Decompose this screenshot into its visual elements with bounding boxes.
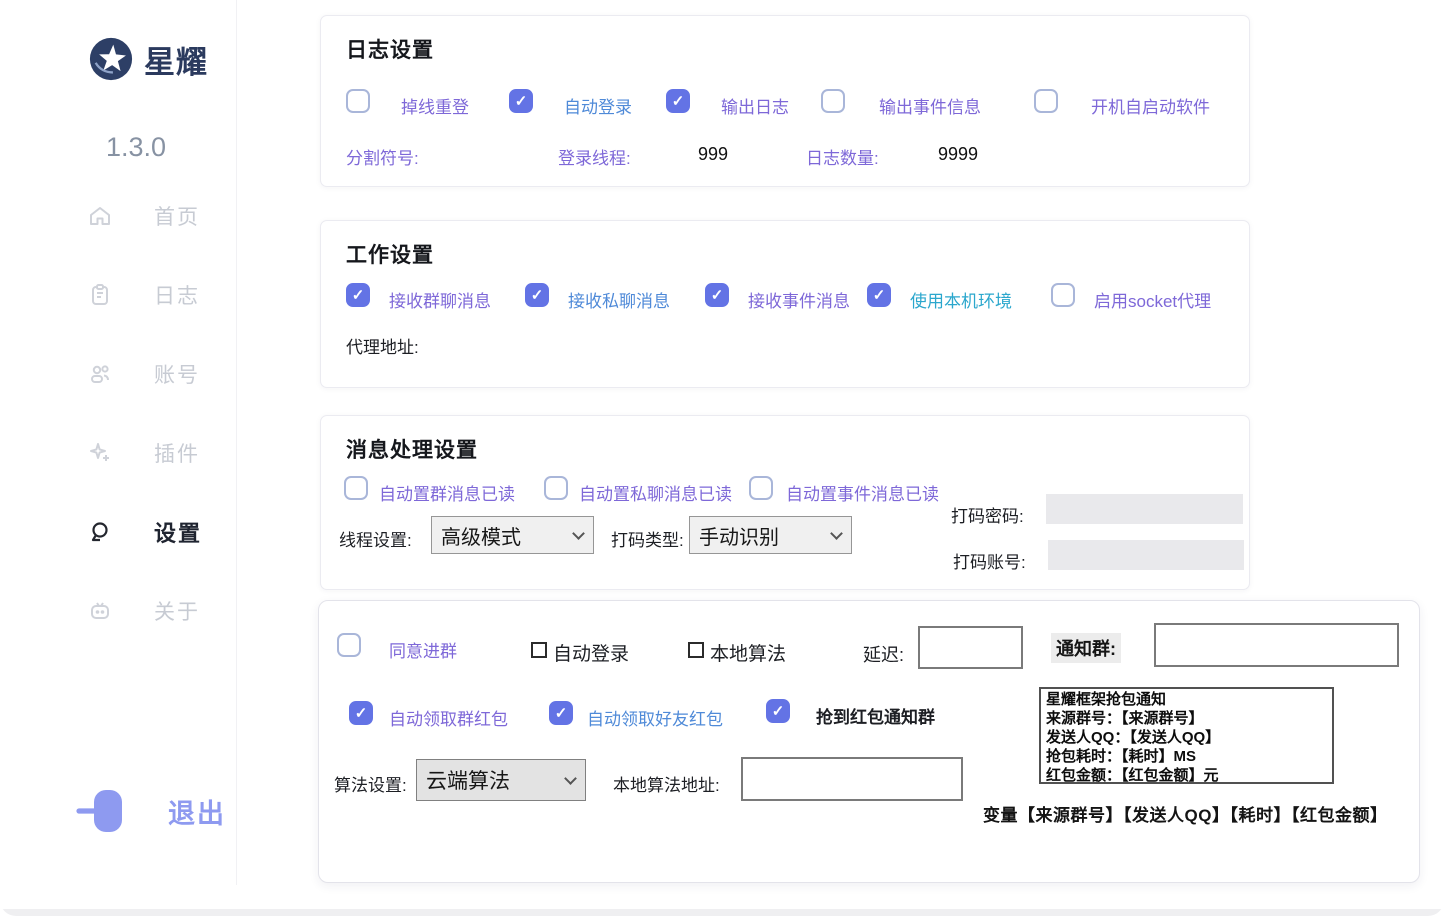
card-title: 消息处理设置 [346, 434, 478, 464]
login-thread-label: 登录线程: [558, 144, 631, 169]
checkbox-auto-login-native[interactable] [531, 642, 547, 658]
checkbox-use-local-env[interactable] [867, 283, 891, 307]
notify-group-label: 通知群: [1051, 633, 1121, 663]
checkbox-recv-event-msg[interactable] [705, 283, 729, 307]
captcha-type-select[interactable]: 手动识别 [689, 516, 852, 554]
sidebar-item-settings[interactable]: 设置 [88, 515, 202, 548]
users-icon [88, 362, 112, 386]
clipboard-icon [88, 283, 112, 307]
checkbox-auto-start[interactable] [1034, 89, 1058, 113]
sidebar-item-accounts[interactable]: 账号 [88, 357, 202, 390]
sparkles-icon [88, 441, 112, 465]
thread-mode-label: 线程设置: [339, 526, 412, 551]
checkbox-dropline-relogin[interactable] [346, 89, 370, 113]
sidebar-nav: 首页 日志 账号 插件 设置 关于 [88, 199, 202, 627]
sidebar-item-plugins[interactable]: 插件 [88, 436, 202, 469]
local-algorithm-address-input[interactable] [741, 757, 963, 801]
sidebar-item-logs[interactable]: 日志 [88, 278, 202, 311]
window-bottom-edge [0, 909, 1444, 916]
main-content: 日志设置 掉线重登 自动登录 输出日志 输出事件信息 开机自启动软件 分割符号:… [320, 0, 1444, 916]
captcha-account-input[interactable] [1048, 540, 1244, 570]
checkbox-auto-read-group[interactable] [344, 476, 368, 500]
checkbox-output-log[interactable] [666, 89, 690, 113]
log-count-label: 日志数量: [806, 144, 879, 169]
message-settings-card: 消息处理设置 自动置群消息已读 自动置私聊消息已读 自动置事件消息已读 线程设置… [320, 415, 1250, 590]
checkbox-local-algorithm[interactable] [688, 642, 704, 658]
sidebar: 星耀 1.3.0 首页 日志 账号 插件 设置 [0, 0, 237, 885]
checkbox-grab-notify-group[interactable] [766, 699, 790, 723]
sidebar-item-about[interactable]: 关于 [88, 594, 202, 627]
delay-label: 延迟: [863, 641, 904, 667]
checkbox-auto-read-private[interactable] [544, 476, 568, 500]
variables-hint: 变量【来源群号】【发送人QQ】【耗时】【红包金额】 [983, 801, 1387, 826]
app-window: 星耀 1.3.0 首页 日志 账号 插件 设置 [0, 0, 1444, 916]
chevron-down-icon [564, 772, 577, 785]
captcha-password-label: 打码密码: [951, 502, 1024, 527]
checkbox-agree-join-group[interactable] [337, 633, 361, 657]
proxy-address-label: 代理地址: [346, 333, 419, 358]
thread-mode-select[interactable]: 高级模式 [431, 516, 594, 554]
logout-icon [76, 785, 128, 837]
login-thread-value[interactable]: 999 [698, 144, 728, 165]
checkbox-enable-socket-proxy[interactable] [1051, 283, 1075, 307]
app-title: 星耀 [144, 37, 208, 82]
split-symbol-label: 分割符号: [346, 144, 419, 169]
logo-star-icon [88, 36, 134, 82]
home-icon [88, 204, 112, 228]
log-settings-card: 日志设置 掉线重登 自动登录 输出日志 输出事件信息 开机自启动软件 分割符号:… [320, 15, 1250, 187]
local-algorithm-address-label: 本地算法地址: [613, 771, 720, 796]
chevron-down-icon [830, 527, 843, 540]
version-label: 1.3.0 [106, 132, 166, 163]
checkbox-recv-private-msg[interactable] [525, 283, 549, 307]
checkbox-recv-group-msg[interactable] [346, 283, 370, 307]
redpacket-template-textarea[interactable]: 星耀框架抢包通知 来源群号：【来源群号】 发送人QQ：【发送人QQ】 抢包耗时：… [1039, 687, 1334, 784]
chevron-down-icon [572, 527, 585, 540]
checkbox-auto-login[interactable] [509, 89, 533, 113]
redpacket-settings-panel: 同意进群 自动登录 本地算法 延迟: 通知群: 自动领取群红包 自动领取好友红包… [318, 600, 1420, 883]
captcha-password-input[interactable] [1046, 494, 1243, 524]
delay-input[interactable] [918, 626, 1023, 669]
sidebar-item-home[interactable]: 首页 [88, 199, 202, 232]
notify-group-input[interactable] [1154, 623, 1399, 667]
captcha-account-label: 打码账号: [953, 548, 1026, 573]
algorithm-label: 算法设置: [334, 771, 407, 796]
work-settings-card: 工作设置 接收群聊消息 接收私聊消息 接收事件消息 使用本机环境 启用socke… [320, 220, 1250, 388]
exit-button[interactable]: 退出 [76, 785, 226, 837]
checkbox-output-event-info[interactable] [821, 89, 845, 113]
checkbox-auto-read-event[interactable] [749, 476, 773, 500]
card-title: 日志设置 [346, 34, 434, 64]
log-count-value[interactable]: 9999 [938, 144, 978, 165]
checkbox-auto-grab-friend-redpacket[interactable] [549, 701, 573, 725]
checkbox-auto-grab-group-redpacket[interactable] [349, 701, 373, 725]
captcha-type-label: 打码类型: [611, 526, 684, 551]
pen-settings-icon [88, 520, 112, 544]
card-title: 工作设置 [346, 239, 434, 269]
box-icon [88, 599, 112, 623]
algorithm-select[interactable]: 云端算法 [416, 759, 586, 801]
app-logo: 星耀 [88, 36, 208, 82]
